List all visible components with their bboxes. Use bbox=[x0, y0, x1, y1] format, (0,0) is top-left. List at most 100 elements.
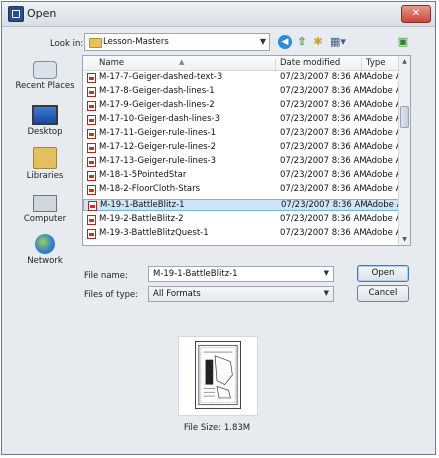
scroll-down-icon[interactable]: ▼ bbox=[399, 234, 410, 245]
file-name-value: M-19-1-BattleBlitz-1 bbox=[153, 269, 238, 279]
files-of-type-select[interactable]: All Formats ▼ bbox=[148, 286, 334, 302]
chevron-down-icon: ▼ bbox=[323, 289, 329, 297]
file-row[interactable]: M-18-2-FloorCloth-Stars 07/23/2007 8:36 … bbox=[83, 184, 399, 196]
file-row[interactable]: M-17-12-Geiger-rule-lines-2 07/23/2007 8… bbox=[83, 142, 399, 154]
place-libraries[interactable]: Libraries bbox=[10, 147, 80, 181]
pdf-file-icon bbox=[87, 73, 96, 83]
file-type: Adobe Ac bbox=[367, 200, 400, 210]
new-folder-icon[interactable]: ✱ bbox=[311, 35, 325, 49]
file-row[interactable]: M-17-9-Geiger-dash-lines-2 07/23/2007 8:… bbox=[83, 100, 399, 112]
file-name: M-18-1-5PointedStar bbox=[99, 170, 187, 180]
pdf-file-icon bbox=[87, 185, 96, 195]
recent-places-icon bbox=[33, 61, 57, 79]
column-divider[interactable] bbox=[275, 58, 276, 72]
place-network[interactable]: Network bbox=[10, 234, 80, 266]
place-label: Desktop bbox=[27, 127, 63, 137]
file-date: 07/23/2007 8:36 AM bbox=[280, 170, 367, 180]
open-button[interactable]: Open bbox=[357, 265, 409, 282]
file-type: Adobe Ac bbox=[366, 72, 399, 82]
file-date: 07/23/2007 8:36 AM bbox=[280, 228, 367, 238]
file-name: M-17-13-Geiger-rule-lines-3 bbox=[99, 156, 217, 166]
file-date: 07/23/2007 8:36 AM bbox=[280, 72, 367, 82]
file-name: M-17-8-Geiger-dash-lines-1 bbox=[99, 86, 215, 96]
pdf-file-icon bbox=[87, 115, 96, 125]
files-of-type-label: Files of type: bbox=[84, 290, 139, 300]
file-type: Adobe Ac bbox=[366, 184, 399, 194]
file-name: M-19-3-BattleBlitzQuest-1 bbox=[99, 228, 209, 238]
place-recent-places[interactable]: Recent Places bbox=[10, 57, 80, 91]
place-label: Libraries bbox=[26, 171, 64, 181]
pdf-file-icon bbox=[87, 215, 96, 225]
pdf-file-icon bbox=[87, 101, 96, 111]
column-header-name[interactable]: Name bbox=[99, 58, 124, 68]
file-date: 07/23/2007 8:36 AM bbox=[280, 128, 367, 138]
look-in-label: Look in: bbox=[50, 39, 84, 49]
column-divider[interactable] bbox=[361, 58, 362, 72]
sort-ascending-icon: ▲ bbox=[179, 58, 185, 66]
file-name: M-18-2-FloorCloth-Stars bbox=[99, 184, 201, 194]
file-date: 07/23/2007 8:36 AM bbox=[280, 214, 367, 224]
open-dialog: Open ✕ Look in: Lesson-Masters ▼ ◀ ⇧ ✱ ▦… bbox=[1, 1, 436, 455]
vertical-scrollbar[interactable]: ▲ ▼ bbox=[398, 56, 410, 245]
file-row[interactable]: M-17-13-Geiger-rule-lines-3 07/23/2007 8… bbox=[83, 156, 399, 168]
back-icon[interactable]: ◀ bbox=[278, 35, 292, 49]
file-type: Adobe Ac bbox=[366, 142, 399, 152]
file-row[interactable]: M-17-10-Geiger-dash-lines-3 07/23/2007 8… bbox=[83, 114, 399, 126]
close-button[interactable]: ✕ bbox=[401, 5, 431, 23]
pdf-file-icon bbox=[87, 157, 96, 167]
file-preview bbox=[178, 336, 258, 416]
place-desktop[interactable]: Desktop bbox=[10, 101, 80, 137]
file-date: 07/23/2007 8:36 AM bbox=[280, 156, 367, 166]
scroll-up-icon[interactable]: ▲ bbox=[399, 56, 410, 67]
look-in-dropdown[interactable]: Lesson-Masters ▼ bbox=[84, 33, 270, 51]
pdf-file-icon bbox=[87, 129, 96, 139]
file-name-field[interactable]: M-19-1-BattleBlitz-1 ▼ bbox=[148, 266, 334, 282]
file-type: Adobe Ac bbox=[366, 114, 399, 124]
column-header-type[interactable]: Type bbox=[366, 58, 386, 68]
file-type: Adobe Ac bbox=[366, 228, 399, 238]
up-folder-icon[interactable]: ⇧ bbox=[295, 35, 309, 49]
file-type: Adobe Ac bbox=[366, 170, 399, 180]
scrollbar-thumb[interactable] bbox=[400, 106, 409, 128]
file-row[interactable]: M-18-1-5PointedStar 07/23/2007 8:36 AM A… bbox=[83, 170, 399, 182]
column-header-date[interactable]: Date modified bbox=[280, 58, 340, 68]
file-date: 07/23/2007 8:36 AM bbox=[280, 100, 367, 110]
file-row[interactable]: M-17-7-Geiger-dashed-text-3 07/23/2007 8… bbox=[83, 72, 399, 84]
pdf-file-icon bbox=[87, 171, 96, 181]
chevron-down-icon[interactable]: ▼ bbox=[324, 269, 329, 277]
file-row[interactable]: M-19-2-BattleBlitz-2 07/23/2007 8:36 AM … bbox=[83, 214, 399, 226]
file-row[interactable]: M-17-11-Geiger-rule-lines-1 07/23/2007 8… bbox=[83, 128, 399, 140]
pdf-file-icon bbox=[88, 201, 97, 211]
pdf-file-icon bbox=[87, 229, 96, 239]
column-headers: Name ▲ Date modified Type bbox=[83, 56, 410, 72]
chevron-down-icon: ▼ bbox=[259, 37, 266, 46]
file-name-label: File name: bbox=[84, 271, 128, 281]
title-bar[interactable]: Open ✕ bbox=[2, 2, 435, 27]
file-row-selected[interactable]: M-19-1-BattleBlitz-1 07/23/2007 8:36 AM … bbox=[83, 199, 400, 211]
file-row[interactable]: M-17-8-Geiger-dash-lines-1 07/23/2007 8:… bbox=[83, 86, 399, 98]
file-name: M-19-2-BattleBlitz-2 bbox=[99, 214, 184, 224]
places-bar: Recent Places Desktop Libraries Computer… bbox=[10, 57, 80, 283]
cancel-button[interactable]: Cancel bbox=[357, 285, 409, 302]
views-menu-icon[interactable]: ▦▾ bbox=[328, 35, 348, 49]
place-label: Recent Places bbox=[15, 81, 75, 91]
file-name: M-17-12-Geiger-rule-lines-2 bbox=[99, 142, 217, 152]
look-in-value: Lesson-Masters bbox=[103, 37, 169, 47]
file-name: M-19-1-BattleBlitz-1 bbox=[100, 200, 185, 210]
computer-icon bbox=[33, 195, 57, 212]
pdf-file-icon bbox=[87, 143, 96, 153]
network-icon bbox=[35, 234, 55, 254]
place-computer[interactable]: Computer bbox=[10, 190, 80, 224]
file-type: Adobe Ac bbox=[366, 128, 399, 138]
file-date: 07/23/2007 8:36 AM bbox=[280, 142, 367, 152]
folder-icon[interactable]: ▣ bbox=[396, 35, 410, 49]
file-date: 07/23/2007 8:36 AM bbox=[280, 86, 367, 96]
file-row[interactable]: M-19-3-BattleBlitzQuest-1 07/23/2007 8:3… bbox=[83, 228, 399, 240]
file-size-text: File Size: 1.83M bbox=[183, 423, 251, 433]
file-list[interactable]: Name ▲ Date modified Type M-17-7-Geiger-… bbox=[82, 55, 411, 246]
files-of-type-value: All Formats bbox=[153, 289, 201, 299]
file-name: M-17-10-Geiger-dash-lines-3 bbox=[99, 114, 221, 124]
file-date: 07/23/2007 8:36 AM bbox=[281, 200, 368, 210]
place-label: Network bbox=[27, 256, 63, 266]
place-label: Computer bbox=[23, 214, 67, 224]
